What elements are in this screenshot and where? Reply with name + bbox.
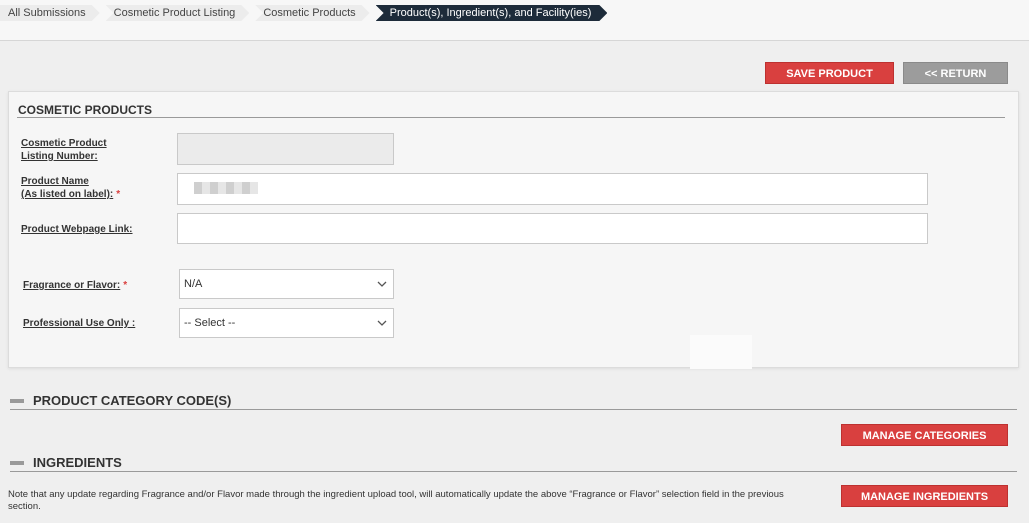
product-name-label: Product Name (As listed on label): * (21, 176, 121, 200)
professional-use-selected-value: -- Select -- (184, 317, 236, 329)
breadcrumb-cosmetic-product-listing[interactable]: Cosmetic Product Listing (106, 5, 250, 21)
panel-divider (17, 117, 1005, 118)
listing-number-label: Cosmetic Product Listing Number: (21, 138, 107, 162)
manage-categories-button[interactable]: MANAGE CATEGORIES (841, 424, 1008, 446)
listing-number-field (177, 133, 394, 165)
chevron-down-icon (377, 320, 387, 326)
fragrance-selected-value: N/A (184, 278, 203, 290)
breadcrumb-cosmetic-products[interactable]: Cosmetic Products (255, 5, 369, 21)
chevron-down-icon (377, 281, 387, 287)
blank-area (690, 335, 752, 369)
breadcrumb-all-submissions[interactable]: All Submissions (0, 5, 100, 21)
product-category-title: PRODUCT CATEGORY CODE(S) (33, 393, 232, 408)
panel-title: COSMETIC PRODUCTS (18, 103, 153, 117)
collapse-icon[interactable] (10, 398, 24, 403)
top-bar: All Submissions Cosmetic Product Listing… (0, 0, 1029, 41)
redacted-product-name (194, 182, 258, 194)
fragrance-select[interactable]: N/A (179, 269, 394, 299)
product-category-divider (10, 409, 1017, 410)
breadcrumb: All Submissions Cosmetic Product Listing… (0, 5, 613, 21)
professional-use-label: Professional Use Only : (23, 318, 136, 329)
webpage-link-label: Product Webpage Link: (21, 224, 133, 235)
save-product-button[interactable]: SAVE PRODUCT (765, 62, 894, 84)
breadcrumb-current: Product(s), Ingredient(s), and Facility(… (376, 5, 608, 21)
ingredients-note: Note that any update regarding Fragrance… (8, 489, 784, 512)
ingredients-title: INGREDIENTS (33, 455, 122, 470)
fragrance-label: Fragrance or Flavor: * (23, 280, 128, 291)
product-category-header[interactable]: PRODUCT CATEGORY CODE(S) (10, 393, 231, 408)
manage-ingredients-button[interactable]: MANAGE INGREDIENTS (841, 485, 1008, 507)
webpage-link-input[interactable] (177, 213, 928, 244)
return-button[interactable]: << RETURN (903, 62, 1008, 84)
ingredients-divider (10, 471, 1017, 472)
collapse-icon[interactable] (10, 460, 24, 465)
ingredients-header[interactable]: INGREDIENTS (10, 455, 122, 470)
product-name-input[interactable] (177, 173, 928, 205)
professional-use-select[interactable]: -- Select -- (179, 308, 394, 338)
